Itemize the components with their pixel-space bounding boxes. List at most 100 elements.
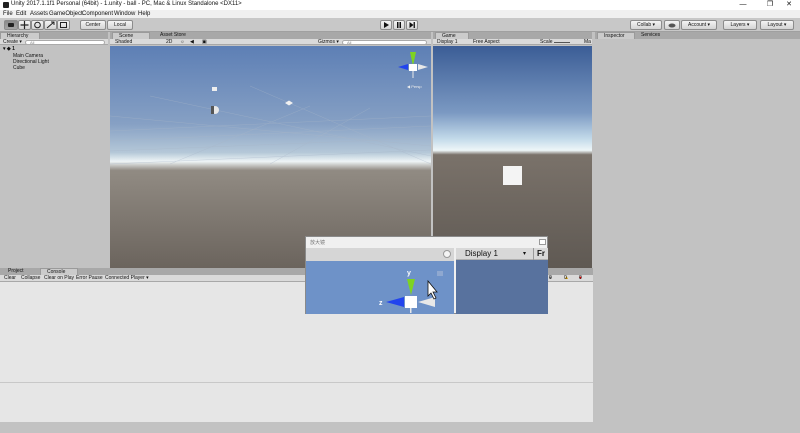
tab-asset-store[interactable]: Asset Store xyxy=(154,32,200,39)
zoomed-orientation-gizmo-icon: y z xyxy=(379,270,443,313)
scene-grid xyxy=(110,85,431,165)
scale-label: Scale xyxy=(540,39,553,45)
tab-hierarchy[interactable]: Hierarchy xyxy=(0,32,40,39)
2d-toggle[interactable]: 2D xyxy=(166,39,172,45)
scene-view[interactable]: ◀ Persp xyxy=(110,46,431,268)
scale-icon xyxy=(46,21,55,29)
pause-button[interactable] xyxy=(393,20,405,30)
hierarchy-toolbar: Create ▾ All xyxy=(0,39,108,45)
cloud-icon xyxy=(668,23,676,28)
list-item[interactable]: Cube xyxy=(13,65,25,71)
zoomed-divider xyxy=(533,248,534,260)
minimize-button[interactable]: — xyxy=(732,0,754,10)
maximize-on-play-toggle[interactable]: Ma xyxy=(584,39,591,45)
game-view[interactable] xyxy=(433,46,592,268)
unity-logo-icon xyxy=(3,2,9,8)
hierarchy-search-placeholder: All xyxy=(30,39,35,45)
menu-component[interactable]: Component xyxy=(82,10,113,18)
menu-gameobject[interactable]: GameObject xyxy=(49,10,83,18)
scene-search-placeholder: All xyxy=(347,39,352,45)
move-icon xyxy=(20,21,29,29)
menu-assets[interactable]: Assets xyxy=(30,10,48,18)
layers-label: Layers xyxy=(730,22,746,28)
rotate-icon xyxy=(34,21,41,29)
play-icon xyxy=(384,22,389,28)
layers-dropdown[interactable]: Layers ▾ xyxy=(723,20,757,30)
scene-toolbar: Shaded 2D ☼ ◀ ▣ Gizmos ▾ All xyxy=(110,39,431,45)
scene-search-input[interactable]: All xyxy=(342,39,427,45)
hand-icon xyxy=(8,23,14,27)
zoomed-search-cancel-icon xyxy=(443,250,451,258)
scale-tool-button[interactable] xyxy=(44,20,57,30)
layout-label: Layout xyxy=(767,22,783,28)
hierarchy-search-input[interactable]: All xyxy=(25,39,105,45)
effects-toggle-icon[interactable]: ▣ xyxy=(202,39,207,45)
pivot-center-toggle[interactable]: Center xyxy=(80,20,106,30)
close-button[interactable]: ✕ xyxy=(778,0,800,10)
clear-on-play-button[interactable]: Clear on Play xyxy=(44,275,74,281)
zoomed-dropdown-arrow-icon: ▾ xyxy=(523,251,527,257)
inspector-panel xyxy=(595,40,800,423)
cube-gizmo-icon[interactable] xyxy=(284,100,294,106)
console-divider xyxy=(0,382,593,383)
toolbar: Center Local Collab ▾ Account ▾ Layers ▾… xyxy=(0,18,800,32)
game-tabstrip: Game xyxy=(433,32,592,39)
warning-count-value: 0 xyxy=(564,275,567,281)
lighting-toggle-icon[interactable]: ☼ xyxy=(180,39,185,45)
game-toolbar: Display 1 Free Aspect Scale Ma xyxy=(433,39,592,45)
tab-asset-store-label: Asset Store xyxy=(160,32,186,38)
rect-tool-button[interactable] xyxy=(57,20,70,30)
error-pause-button[interactable]: Error Pause xyxy=(76,275,103,281)
display-dropdown[interactable]: Display 1 xyxy=(437,39,458,45)
error-count-value: 0 xyxy=(579,275,582,281)
menu-window[interactable]: Window xyxy=(114,10,135,18)
play-button[interactable] xyxy=(380,20,392,30)
magnifier-zoomed-game-toolbar: Display 1 ▾ Fr xyxy=(456,248,548,260)
magnifier-zoomed-scene: y z xyxy=(306,261,454,314)
tab-scene[interactable]: Scene xyxy=(112,32,150,39)
menu-help[interactable]: Help xyxy=(138,10,150,18)
connected-player-dropdown[interactable]: Connected Player ▾ xyxy=(105,275,149,281)
hierarchy-panel: ▾ ◆ 1 Main Camera Directional Light Cube xyxy=(0,46,108,268)
clear-button[interactable]: Clear xyxy=(4,275,16,281)
magnifier-window[interactable]: 放大镜 y z Display 1 ▾ Fr xyxy=(305,236,548,314)
tab-game[interactable]: Game xyxy=(435,32,469,39)
collab-dropdown[interactable]: Collab ▾ xyxy=(630,20,662,30)
dropdown-arrow-icon: ▾ xyxy=(745,22,750,28)
gizmos-dropdown[interactable]: Gizmos ▾ xyxy=(318,39,339,45)
inspector-tabstrip: Inspector Services xyxy=(595,32,800,39)
camera-gizmo-icon[interactable] xyxy=(210,85,220,93)
layout-dropdown[interactable]: Layout ▾ xyxy=(760,20,794,30)
create-dropdown[interactable]: Create ▾ xyxy=(3,39,22,45)
magnifier-close-button[interactable] xyxy=(539,239,546,245)
tab-inspector[interactable]: Inspector xyxy=(597,32,635,39)
collapse-button[interactable]: Collapse xyxy=(21,275,40,281)
tab-inspector-label: Inspector xyxy=(604,33,625,39)
audio-toggle-icon[interactable]: ◀ xyxy=(190,39,194,45)
tab-services[interactable]: Services xyxy=(635,32,669,39)
zoomed-display-label: Display 1 xyxy=(465,249,498,258)
move-tool-button[interactable] xyxy=(18,20,31,30)
scene-name: 1 xyxy=(12,46,15,52)
pivot-space-toggle[interactable]: Local xyxy=(107,20,133,30)
step-button[interactable] xyxy=(406,20,418,30)
tab-console[interactable]: Console xyxy=(40,268,78,275)
axis-z-label: z xyxy=(379,300,383,307)
axis-y-label: y xyxy=(407,270,411,277)
tab-project[interactable]: Project xyxy=(2,268,38,275)
scene-root[interactable]: ▾ ◆ 1 xyxy=(3,46,15,52)
cube-render xyxy=(503,166,522,185)
scene-orientation-gizmo-icon[interactable]: ◀ Persp xyxy=(398,50,428,92)
menu-file[interactable]: File xyxy=(3,10,13,18)
account-dropdown[interactable]: Account ▾ xyxy=(681,20,717,30)
rotate-tool-button[interactable] xyxy=(31,20,44,30)
hand-tool-button[interactable] xyxy=(4,20,18,30)
cloud-button[interactable] xyxy=(664,20,680,30)
light-gizmo-icon[interactable] xyxy=(210,105,220,115)
svg-text:◀ Persp: ◀ Persp xyxy=(407,84,422,89)
scale-slider[interactable] xyxy=(554,41,570,43)
magnifier-zoomed-toolbar xyxy=(306,248,454,261)
aspect-dropdown[interactable]: Free Aspect xyxy=(473,39,500,45)
menu-edit[interactable]: Edit xyxy=(16,10,26,18)
shading-mode-dropdown[interactable]: Shaded xyxy=(115,39,132,45)
